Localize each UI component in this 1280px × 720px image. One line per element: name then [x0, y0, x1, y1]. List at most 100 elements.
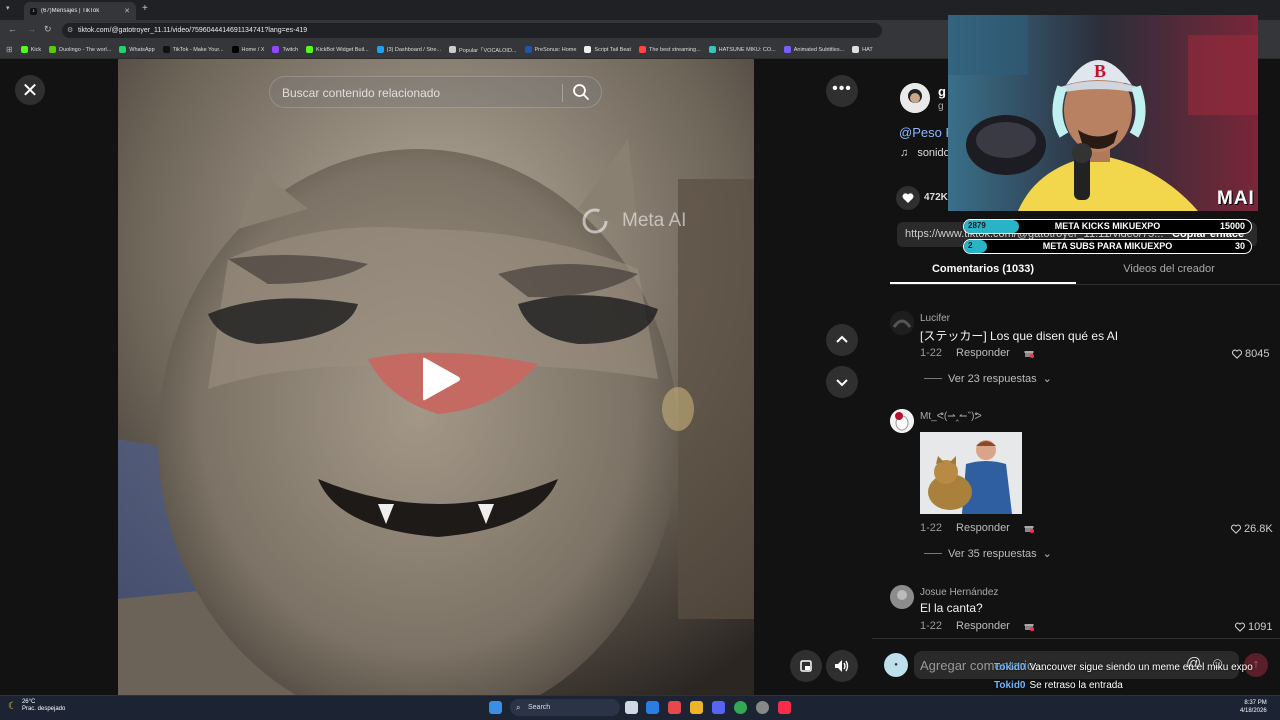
- comment-like-button[interactable]: 26.8K: [1231, 523, 1273, 535]
- volume-button[interactable]: [826, 650, 858, 682]
- previous-video-button[interactable]: [826, 324, 858, 356]
- bookmark-favicon-icon: [783, 46, 791, 53]
- comment-username[interactable]: Mt_ᕙ(⇀‸↼‶)ᕗ: [920, 411, 982, 422]
- sound-link[interactable]: ♫ sonido: [900, 147, 950, 159]
- bookmark-item[interactable]: Script Tail Beat: [584, 46, 631, 53]
- view-replies-button[interactable]: Ver 23 respuestas ⌄: [924, 372, 1052, 385]
- discord-icon[interactable]: [712, 701, 725, 714]
- stream-chat-message: Tokid0 Se retraso la entrada: [994, 680, 1123, 691]
- system-clock[interactable]: 8:37 PM 4/18/2026: [1240, 699, 1267, 715]
- clock-date: 4/18/2026: [1240, 708, 1267, 714]
- task-view-icon[interactable]: [625, 701, 638, 714]
- comment-avatar[interactable]: [890, 311, 914, 335]
- browser-tab[interactable]: ♪ (67)Mensajes | TikTok ✕: [24, 2, 136, 20]
- bookmark-favicon-icon: [852, 46, 860, 53]
- weather-widget[interactable]: ☾ 26°C Prac. despejado: [8, 699, 65, 713]
- tab-comments[interactable]: Comentarios (1033): [890, 263, 1076, 275]
- replies-dash: [924, 378, 942, 379]
- goal-label: META SUBS PARA MIKUEXPO: [1042, 241, 1173, 251]
- gift-icon[interactable]: [1024, 523, 1034, 533]
- reply-button[interactable]: Responder: [956, 620, 1010, 632]
- arrow-up-icon: ↑: [1252, 656, 1260, 671]
- bookmark-item[interactable]: PreSonus: Home: [524, 46, 576, 53]
- bookmark-item[interactable]: Twitch: [272, 46, 298, 53]
- comment-text: [ステッカー] Los que disen qué es AI: [920, 329, 1119, 343]
- goal-label: META KICKS MIKUEXPO: [1054, 221, 1161, 231]
- description-mention[interactable]: @Peso P: [899, 125, 954, 140]
- bookmark-item[interactable]: (3) Dashboard / Stre...: [376, 46, 441, 53]
- webcam-name-label: MAI: [1217, 188, 1255, 209]
- reply-button[interactable]: Responder: [956, 522, 1010, 534]
- comment-date: 1-22: [920, 620, 943, 632]
- back-icon[interactable]: ←: [8, 24, 17, 34]
- new-tab-button[interactable]: +: [142, 3, 148, 14]
- author-avatar[interactable]: [900, 83, 930, 113]
- bookmark-item[interactable]: Animated Subtitles...: [783, 46, 844, 53]
- bookmark-item[interactable]: Kick: [20, 46, 41, 53]
- current-user-avatar: ●: [884, 653, 908, 677]
- comment-avatar[interactable]: [890, 585, 914, 609]
- more-options-button[interactable]: •••: [826, 75, 858, 107]
- bookmark-item[interactable]: WhatsApp: [119, 46, 155, 53]
- view-replies-button[interactable]: Ver 35 respuestas ⌄: [924, 547, 1052, 560]
- close-video-button[interactable]: ✕: [15, 75, 45, 105]
- gift-icon[interactable]: [1024, 348, 1034, 358]
- chat-text: Vancouver sigue siendo un meme en el mik…: [1029, 662, 1253, 673]
- tab-close-icon[interactable]: ✕: [124, 7, 130, 15]
- related-search-input[interactable]: Buscar contenido relacionado: [269, 76, 602, 108]
- gift-icon[interactable]: [1024, 621, 1034, 631]
- reload-icon[interactable]: ↻: [44, 24, 52, 35]
- bookmark-item[interactable]: Home / X: [231, 46, 264, 53]
- bookmark-label: HAT: [862, 46, 873, 53]
- taskbar-search[interactable]: ⌕ Search: [510, 699, 620, 716]
- bookmark-item[interactable]: The best streaming...: [639, 46, 701, 53]
- comment-avatar[interactable]: [890, 409, 914, 433]
- sound-name: sonido: [917, 147, 950, 159]
- next-video-button[interactable]: [826, 366, 858, 398]
- obs-icon[interactable]: [756, 701, 769, 714]
- forward-icon[interactable]: →: [27, 24, 36, 34]
- floating-player-button[interactable]: [790, 650, 822, 682]
- site-info-icon[interactable]: ⚙: [67, 23, 73, 38]
- reply-button[interactable]: Responder: [956, 347, 1010, 359]
- heart-outline-icon: [1231, 524, 1241, 534]
- bookmark-item[interactable]: Popular「VOCALOID...: [449, 46, 517, 54]
- tabs-divider: [890, 284, 1280, 285]
- start-menu-icon[interactable]: [489, 701, 502, 714]
- comment-like-button[interactable]: 8045: [1232, 348, 1269, 360]
- bookmark-item[interactable]: HAT: [852, 46, 873, 53]
- comment-like-count: 1091: [1248, 621, 1273, 633]
- play-icon[interactable]: [415, 355, 463, 403]
- bookmark-label: WhatsApp: [129, 46, 155, 53]
- address-bar[interactable]: ⚙ tiktok.com/@gatotroyer_11.11/video/759…: [62, 23, 882, 38]
- comment-like-button[interactable]: 1091: [1235, 621, 1272, 633]
- more-dots-icon: •••: [832, 80, 852, 97]
- bookmark-favicon-icon: [376, 46, 384, 53]
- tab-creator-videos[interactable]: Videos del creador: [1076, 263, 1262, 275]
- like-button[interactable]: [896, 186, 920, 210]
- chevron-down-icon: ⌄: [1042, 548, 1052, 560]
- comment-username[interactable]: Lucifer: [920, 313, 950, 324]
- tab-search-icon[interactable]: ▾: [6, 4, 10, 12]
- chevron-up-icon: [836, 335, 848, 343]
- bookmark-item[interactable]: Duolingo - The worl...: [49, 46, 111, 53]
- music-app-icon[interactable]: [778, 701, 791, 714]
- apps-icon[interactable]: ⊞: [6, 45, 13, 54]
- author-handle: g: [938, 101, 944, 112]
- bookmark-favicon-icon: [49, 46, 57, 53]
- author-name[interactable]: g: [938, 84, 946, 99]
- avatar-image: [890, 311, 914, 335]
- file-explorer-icon[interactable]: [690, 701, 703, 714]
- search-icon[interactable]: [572, 83, 590, 101]
- bookmark-item[interactable]: HATSUNE MIKU: CO...: [708, 46, 776, 53]
- comment-date: 1-22: [920, 347, 943, 359]
- mini-player-icon: [800, 660, 812, 672]
- bookmark-item[interactable]: KickBot Widget Buil...: [306, 46, 369, 53]
- app-icon[interactable]: [668, 701, 681, 714]
- chrome-icon[interactable]: [734, 701, 747, 714]
- comment-sticker-image[interactable]: [920, 432, 1022, 514]
- edge-icon[interactable]: [646, 701, 659, 714]
- kicks-goal-bar: 2879 META KICKS MIKUEXPO 15000: [963, 219, 1252, 234]
- comment-username[interactable]: Josue Hernández: [920, 587, 998, 598]
- bookmark-item[interactable]: TikTok - Make Your...: [162, 46, 224, 53]
